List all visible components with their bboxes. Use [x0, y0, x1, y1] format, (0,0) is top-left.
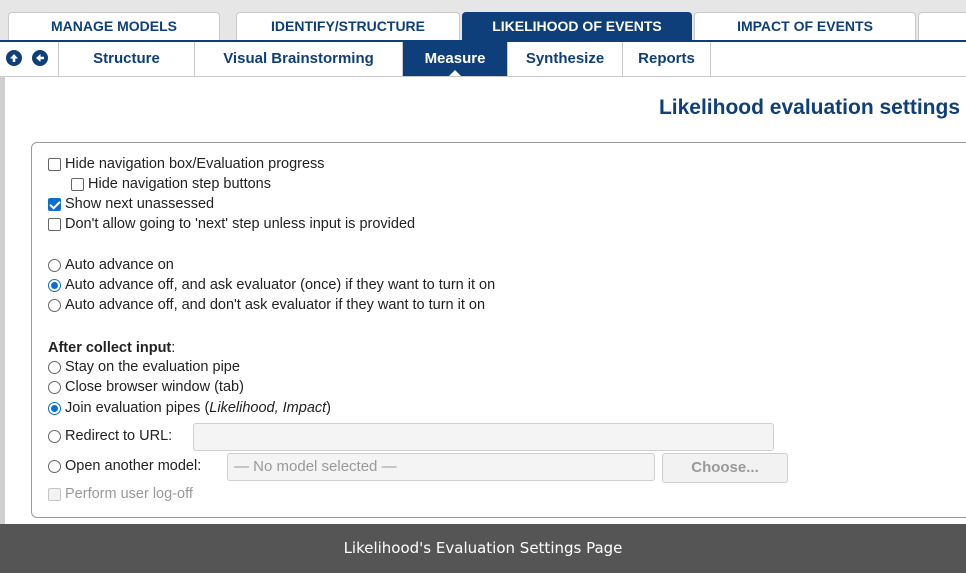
nav-measure[interactable]: Measure [402, 42, 507, 76]
radio-auto-advance-off-no-ask[interactable]: Auto advance off, and don't ask evaluato… [48, 297, 485, 313]
radio[interactable] [48, 380, 61, 394]
radio-join-pipes[interactable]: Join evaluation pipes (Likelihood, Impac… [48, 400, 331, 416]
tab-manage-models[interactable]: MANAGE MODELS [8, 12, 220, 40]
radio[interactable] [48, 258, 61, 272]
nav-synthesize[interactable]: Synthesize [507, 42, 622, 76]
choose-model-button[interactable]: Choose... [662, 453, 788, 483]
option-hide-nav-box[interactable]: Hide navigation box/Evaluation progress [48, 156, 325, 172]
option-show-next-unassessed[interactable]: Show next unassessed [48, 196, 214, 212]
left-gutter [0, 76, 5, 524]
tab-more[interactable] [918, 12, 966, 40]
radio[interactable] [48, 459, 61, 473]
model-select-field[interactable]: — No model selected — [227, 453, 655, 481]
option-label: Stay on the evaluation pipe [65, 359, 240, 375]
radio-selected[interactable] [48, 278, 61, 292]
arrow-left-icon[interactable] [32, 50, 48, 66]
option-hide-nav-step[interactable]: Hide navigation step buttons [71, 176, 271, 192]
option-label: Hide navigation box/Evaluation progress [65, 156, 325, 172]
tab-likelihood-of-events[interactable]: LIKELIHOOD OF EVENTS [462, 12, 692, 40]
radio[interactable] [48, 360, 61, 374]
tab-identify-structure[interactable]: IDENTIFY/STRUCTURE [236, 12, 460, 40]
checkbox-checked[interactable] [48, 197, 61, 211]
checkbox-disabled[interactable] [48, 487, 61, 501]
nav-visual-brainstorming[interactable]: Visual Brainstorming [194, 42, 402, 76]
checkbox[interactable] [48, 157, 61, 171]
radio-open-model[interactable]: Open another model: [48, 458, 201, 474]
option-label: Hide navigation step buttons [88, 176, 271, 192]
radio-selected[interactable] [48, 401, 61, 415]
radio-auto-advance-on[interactable]: Auto advance on [48, 257, 174, 273]
option-label: Auto advance off, and don't ask evaluato… [65, 297, 486, 313]
radio-redirect-url[interactable]: Redirect to URL: [48, 428, 172, 444]
option-label: Don't allow going to 'next' step unless … [65, 216, 416, 232]
page-title: Likelihood evaluation settings [658, 96, 960, 119]
caption-bar: Likelihood's Evaluation Settings Page [0, 524, 966, 573]
radio[interactable] [48, 429, 61, 443]
radio-auto-advance-off-ask[interactable]: Auto advance off, and ask evaluator (onc… [48, 277, 495, 293]
option-label: Redirect to URL: [65, 428, 173, 444]
after-collect-heading: After collect input: [48, 340, 176, 356]
radio[interactable] [48, 298, 61, 312]
option-label: Show next unassessed [65, 196, 215, 212]
option-label: Perform user log-off [65, 486, 193, 502]
option-label: Open another model: [65, 458, 202, 474]
arrow-up-icon[interactable] [6, 50, 22, 66]
sub-nav-bar: Structure Visual Brainstorming Measure S… [0, 42, 966, 77]
nav-structure[interactable]: Structure [58, 42, 194, 76]
checkbox[interactable] [71, 177, 84, 191]
tab-impact-of-events[interactable]: IMPACT OF EVENTS [694, 12, 916, 40]
option-label: Close browser window (tab) [65, 379, 244, 395]
option-label: Join evaluation pipes (Likelihood, Impac… [65, 400, 332, 416]
option-label: Auto advance off, and ask evaluator (onc… [65, 277, 496, 293]
top-tab-bar: MANAGE MODELS IDENTIFY/STRUCTURE LIKELIH… [0, 0, 966, 42]
nav-reports[interactable]: Reports [622, 42, 711, 76]
radio-stay-on-pipe[interactable]: Stay on the evaluation pipe [48, 359, 240, 375]
redirect-url-input[interactable] [193, 423, 774, 451]
checkbox[interactable] [48, 217, 61, 231]
option-label: Auto advance on [65, 257, 174, 273]
radio-close-window[interactable]: Close browser window (tab) [48, 379, 244, 395]
option-dont-allow-next[interactable]: Don't allow going to 'next' step unless … [48, 216, 415, 232]
option-perform-logoff[interactable]: Perform user log-off [48, 486, 193, 502]
